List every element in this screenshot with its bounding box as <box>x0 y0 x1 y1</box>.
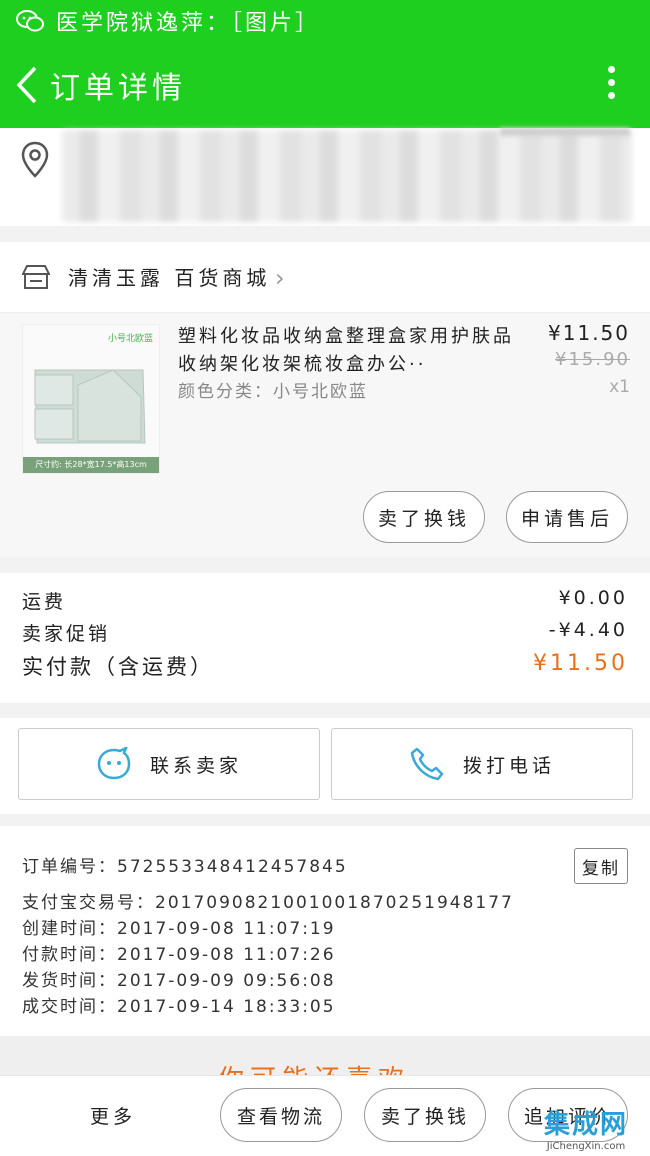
watermark-url: JiChengXin.com <box>546 1141 626 1152</box>
after-sale-button[interactable]: 申请售后 <box>506 491 628 543</box>
store-icon <box>21 264 51 294</box>
product-title[interactable]: 塑料化妆品收纳盒整理盒家用护肤品收纳架化妆架梳妆盒办公·· <box>178 323 518 379</box>
redacted-address-edge <box>500 128 630 136</box>
original-price: ¥15.90 <box>555 349 630 370</box>
view-logistics-button[interactable]: 查看物流 <box>220 1088 342 1142</box>
shipping-row: 运费 ¥0.00 <box>22 587 628 614</box>
contact-seller-button[interactable]: 联系卖家 <box>18 728 320 800</box>
organizer-image <box>34 369 146 444</box>
copy-button[interactable]: 复制 <box>574 848 628 884</box>
watermark-logo-text: 集成网 <box>543 1110 628 1140</box>
promo-value: -¥4.40 <box>548 619 628 641</box>
redacted-address <box>62 130 632 222</box>
back-button[interactable] <box>10 60 44 110</box>
quantity: x1 <box>609 377 630 397</box>
alipay-number: 支付宝交易号：2017090821001001870251948177 <box>22 893 514 913</box>
shipped-time: 发货时间：2017-09-09 09:56:08 <box>22 971 336 991</box>
watermark-logo: 集成网 JiChengXin.com <box>526 1104 646 1152</box>
product-price: ¥11.50 <box>548 321 630 345</box>
shop-row[interactable]: 清清玉露 百货商城 › <box>0 242 650 313</box>
promo-label: 卖家促销 <box>22 623 111 645</box>
order-info: 订单编号：572553348412457845 复制 支付宝交易号：201709… <box>0 826 650 1036</box>
status-notification-text: 医学院狱逸萍：［图片］ <box>56 11 321 36</box>
location-pin-icon <box>20 140 50 184</box>
product-item[interactable]: 小号北欧蓝 尺寸约: 长28*宽17.5*高13cm 塑料化妆品收纳盒整理盒家用… <box>0 313 650 557</box>
chat-bubble-icon <box>96 747 132 781</box>
sell-for-cash-button[interactable]: 卖了换钱 <box>363 491 485 543</box>
order-number: 订单编号：572553348412457845 <box>22 857 348 877</box>
contact-section: 联系卖家 拨打电话 <box>0 718 650 814</box>
status-bar: 医学院狱逸萍：［图片］ <box>0 0 650 42</box>
call-button[interactable]: 拨打电话 <box>331 728 633 800</box>
more-button[interactable]: 更多 <box>90 1102 136 1129</box>
image-caption: 尺寸约: 长28*宽17.5*高13cm <box>23 457 159 473</box>
address-section[interactable] <box>0 128 650 226</box>
fee-summary: 运费 ¥0.00 卖家促销 -¥4.40 实付款（含运费） ¥11.50 <box>0 573 650 703</box>
image-tag: 小号北欧蓝 <box>107 334 153 344</box>
phone-icon <box>409 746 445 782</box>
shipping-label: 运费 <box>22 591 67 613</box>
product-thumbnail[interactable]: 小号北欧蓝 尺寸约: 长28*宽17.5*高13cm <box>22 324 160 474</box>
sell-button[interactable]: 卖了换钱 <box>364 1088 486 1142</box>
total-row: 实付款（含运费） ¥11.50 <box>22 651 628 681</box>
contact-seller-label: 联系卖家 <box>149 754 242 777</box>
more-options-icon[interactable] <box>608 66 616 105</box>
product-spec: 颜色分类：小号北欧蓝 <box>178 382 368 402</box>
closed-time: 成交时间：2017-09-14 18:33:05 <box>22 997 336 1017</box>
page-title: 订单详情 <box>50 71 186 106</box>
shop-name[interactable]: 清清玉露 百货商城 <box>68 262 270 291</box>
header-bar: 订单详情 <box>0 42 650 128</box>
total-value: ¥11.50 <box>533 651 628 676</box>
chevron-left-icon <box>16 66 37 104</box>
created-time: 创建时间：2017-09-08 11:07:19 <box>22 919 336 939</box>
recommend-title: 你可能还喜欢 <box>218 1060 438 1076</box>
total-label: 实付款（含运费） <box>22 655 214 679</box>
recommend-banner: 你可能还喜欢 <box>0 1036 650 1076</box>
call-label: 拨打电话 <box>462 754 555 777</box>
bottom-action-bar: 更多 查看物流 卖了换钱 追加评价 集成网 JiChengXin.com <box>0 1075 650 1156</box>
shipping-value: ¥0.00 <box>558 587 628 609</box>
paid-time: 付款时间：2017-09-08 11:07:26 <box>22 945 336 965</box>
promo-row: 卖家促销 -¥4.40 <box>22 619 628 646</box>
wechat-icon <box>16 9 44 33</box>
chevron-right-icon: › <box>275 264 285 292</box>
